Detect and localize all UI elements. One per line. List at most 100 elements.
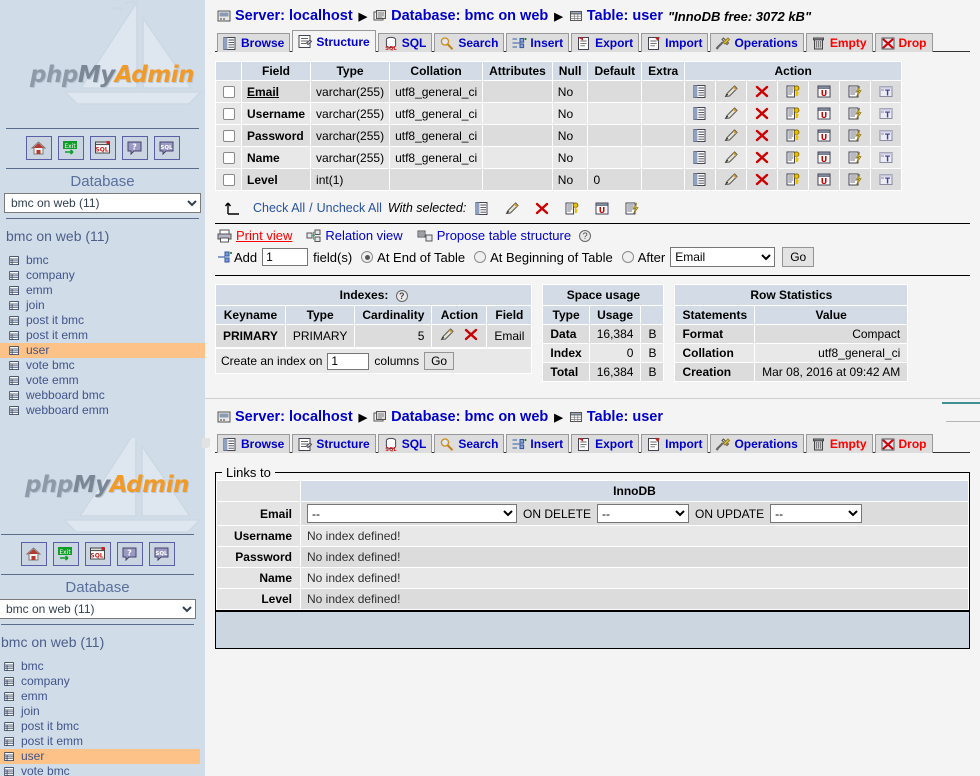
table-list-item[interactable]: webboard bmc (0, 388, 205, 403)
with-selected-edit-pencil[interactable] (504, 201, 520, 216)
field-checkbox-cell[interactable] (216, 81, 242, 103)
field-action-unique-u[interactable]: U (809, 169, 840, 191)
field-action-primary-key[interactable] (778, 125, 809, 147)
create-index-go-button[interactable]: Go (424, 352, 454, 370)
tab-drop[interactable]: Drop (875, 33, 933, 52)
table-list-item[interactable]: join (0, 298, 205, 313)
logout-button[interactable]: Exit (53, 542, 79, 566)
breadcrumb-table-link[interactable]: Table: user (587, 409, 663, 425)
with-selected-browse-distinct[interactable] (474, 201, 490, 216)
with-selected-primary-key[interactable] (564, 201, 580, 216)
field-action-browse-distinct[interactable] (685, 103, 716, 125)
tab-browse[interactable]: Browse (217, 33, 290, 52)
field-action-primary-key[interactable] (778, 147, 809, 169)
field-action-unique-u[interactable]: U (809, 81, 840, 103)
sql-docs-button[interactable]: SQL (149, 542, 175, 566)
home-button[interactable] (21, 542, 47, 566)
tab-sql[interactable]: SQLSQL (378, 434, 433, 453)
table-list-item[interactable]: post it emm (0, 734, 200, 749)
home-button[interactable] (26, 136, 52, 160)
breadcrumb-database-link[interactable]: Database: bmc on web (391, 8, 548, 24)
propose-table-structure-link[interactable]: Propose table structure (437, 228, 571, 243)
field-action-drop-x[interactable] (747, 81, 778, 103)
field-action-index[interactable] (840, 147, 871, 169)
field-checkbox-cell[interactable] (216, 147, 242, 169)
index-drop-icon[interactable] (463, 327, 479, 345)
index-edit-icon[interactable] (439, 327, 455, 345)
with-selected-unique-u[interactable]: U (594, 201, 610, 216)
radio-after[interactable] (622, 251, 634, 263)
table-list-item[interactable]: emm (0, 283, 205, 298)
breadcrumb-server-link[interactable]: Server: localhost (235, 8, 353, 24)
field-action-index[interactable] (840, 169, 871, 191)
indexes-help-icon[interactable]: ? (396, 290, 408, 302)
table-list-item[interactable]: vote bmc (0, 358, 205, 373)
index-action-cell[interactable] (432, 325, 487, 348)
field-action-edit-pencil[interactable] (716, 147, 747, 169)
add-field-go-button[interactable]: Go (782, 247, 814, 267)
sql-docs-button[interactable]: SQL (154, 136, 180, 160)
tab-insert[interactable]: Insert (506, 434, 569, 453)
tab-drop[interactable]: Drop (875, 434, 933, 453)
field-checkbox-cell[interactable] (216, 169, 242, 191)
field-action-drop-x[interactable] (747, 103, 778, 125)
tab-empty[interactable]: Empty (806, 434, 873, 453)
table-list-item[interactable]: emm (0, 689, 200, 704)
table-list-item[interactable]: post it bmc (0, 313, 205, 328)
field-action-edit-pencil[interactable] (716, 169, 747, 191)
table-list-item[interactable]: join (0, 704, 200, 719)
field-action-browse-distinct[interactable] (685, 125, 716, 147)
tab-structure[interactable]: Structure (292, 434, 375, 453)
breadcrumb-server-link[interactable]: Server: localhost (235, 409, 353, 425)
field-checkbox[interactable] (223, 174, 235, 186)
uncheck-all-link[interactable]: Uncheck All (317, 201, 382, 215)
field-checkbox[interactable] (223, 108, 235, 120)
field-action-unique-u[interactable]: U (809, 147, 840, 169)
with-selected-index[interactable] (624, 201, 640, 216)
breadcrumb-database-link[interactable]: Database: bmc on web (391, 409, 548, 425)
table-list-item[interactable]: vote bmc (0, 764, 200, 776)
field-action-drop-x[interactable] (747, 147, 778, 169)
field-action-edit-pencil[interactable] (716, 81, 747, 103)
table-list-item[interactable]: user (0, 343, 205, 358)
field-action-drop-x[interactable] (747, 125, 778, 147)
field-action-unique-u[interactable]: U (809, 103, 840, 125)
breadcrumb-table-link[interactable]: Table: user (587, 8, 663, 24)
table-list-item[interactable]: bmc (0, 253, 205, 268)
tab-operations[interactable]: Operations (710, 33, 803, 52)
field-action-fulltext-t[interactable]: T (871, 169, 902, 191)
table-list-item[interactable]: webboard emm (0, 403, 205, 418)
field-action-index[interactable] (840, 81, 871, 103)
database-select[interactable]: bmc on web (11) (4, 193, 201, 213)
field-checkbox[interactable] (223, 130, 235, 142)
tab-export[interactable]: Export (571, 33, 639, 52)
field-checkbox[interactable] (223, 152, 235, 164)
field-action-browse-distinct[interactable] (685, 169, 716, 191)
field-action-primary-key[interactable] (778, 103, 809, 125)
field-action-drop-x[interactable] (747, 169, 778, 191)
on-update-select[interactable]: -- (770, 504, 862, 523)
field-action-fulltext-t[interactable]: T (871, 147, 902, 169)
relation-view-link[interactable]: Relation view (325, 228, 402, 243)
tab-browse[interactable]: Browse (217, 434, 290, 453)
field-action-index[interactable] (840, 125, 871, 147)
table-list-item[interactable]: post it emm (0, 328, 205, 343)
tab-import[interactable]: Import (641, 434, 708, 453)
tab-sql[interactable]: SQLSQL (378, 33, 433, 52)
check-all-link[interactable]: Check All (253, 201, 305, 215)
field-action-fulltext-t[interactable]: T (871, 81, 902, 103)
table-list-item[interactable]: company (0, 268, 205, 283)
print-view-link[interactable]: Print view (236, 228, 292, 243)
add-field-count-input[interactable] (262, 248, 308, 266)
tab-search[interactable]: Search (434, 33, 504, 52)
database-select[interactable]: bmc on web (11) (0, 599, 196, 619)
sql-button[interactable]: SQL (90, 136, 116, 160)
docs-button[interactable]: ? (117, 542, 143, 566)
tab-empty[interactable]: Empty (806, 33, 873, 52)
table-list-item[interactable]: user (0, 749, 200, 764)
table-list-item[interactable]: bmc (0, 659, 200, 674)
docs-button[interactable]: ? (122, 136, 148, 160)
table-list-item[interactable]: company (0, 674, 200, 689)
radio-at-end[interactable] (361, 251, 373, 263)
with-selected-drop-x[interactable] (534, 201, 550, 216)
